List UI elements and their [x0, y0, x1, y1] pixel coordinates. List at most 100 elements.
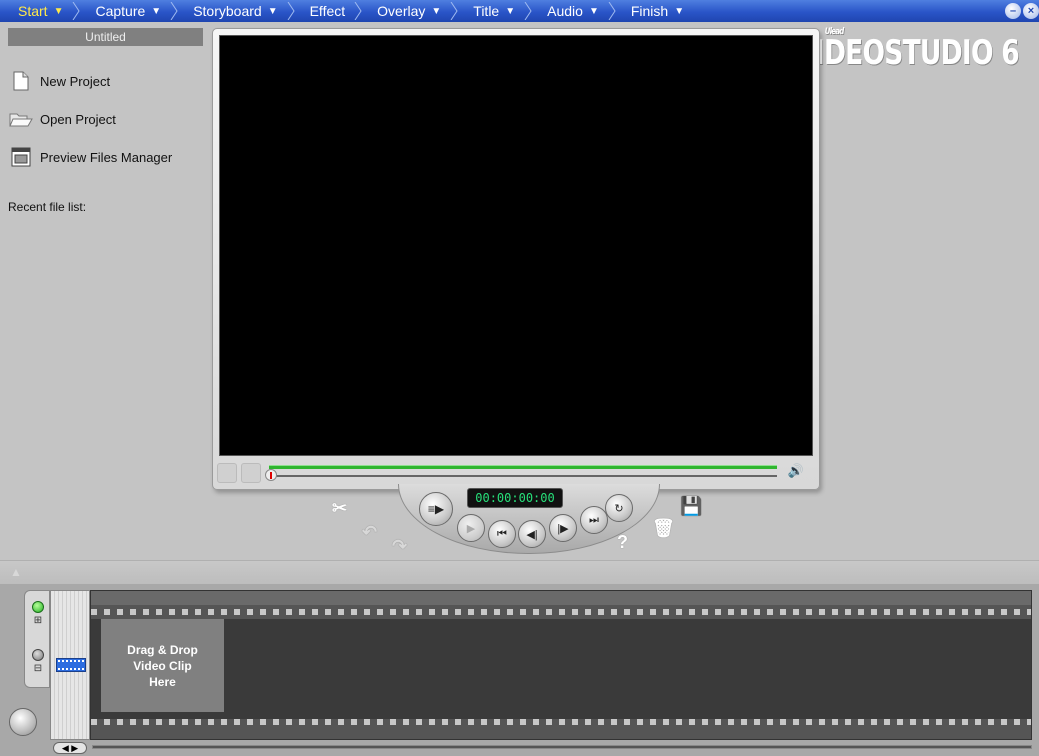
horizontal-scrollbar[interactable]: [92, 745, 1032, 749]
step-label: Effect: [309, 3, 346, 19]
scrub-track[interactable]: [265, 461, 777, 481]
step-menu-bar: Start ▼ Capture ▼ Storyboard ▼ Effect Overl…: [0, 0, 1039, 22]
scroll-arrows[interactable]: ◀ ▶: [53, 742, 87, 754]
filmstrip-body: [91, 619, 1031, 719]
step-storyboard[interactable]: Storyboard ▼: [179, 0, 295, 22]
step-title[interactable]: Title ▼: [459, 0, 533, 22]
step-separator-icon: [73, 2, 81, 20]
step-separator-icon: [287, 2, 295, 20]
open-folder-icon: [8, 107, 34, 131]
skip-start-icon: ⏮: [497, 527, 507, 540]
chevron-down-icon: ▼: [431, 5, 442, 17]
play-button[interactable]: ▶: [457, 514, 485, 542]
next-frame-button[interactable]: |▶: [549, 514, 577, 542]
disc-button[interactable]: [9, 708, 37, 736]
active-led-icon: [32, 601, 44, 613]
step-label: Storyboard: [193, 3, 262, 19]
home-button[interactable]: ⏮: [488, 520, 516, 548]
preview-screen: [219, 35, 813, 456]
step-label: Capture: [95, 3, 146, 19]
storyboard-view-tab[interactable]: ⊞: [29, 601, 47, 626]
preview-files-manager-button[interactable]: Preview Files Manager: [8, 144, 203, 170]
arrow-right-icon[interactable]: ▶: [71, 743, 78, 753]
step-separator-icon: [354, 2, 362, 20]
mark-out-button[interactable]: [241, 463, 261, 483]
split-clip-icon[interactable]: ✂: [332, 498, 347, 519]
video-track-icon: [56, 658, 86, 672]
timecode-display[interactable]: 00:00:00:00: [467, 488, 563, 508]
film-manager-icon: [8, 145, 34, 169]
scrub-bar: 🔊: [217, 461, 815, 485]
step-finish[interactable]: Finish ▼: [617, 0, 702, 22]
volume-button[interactable]: 🔊: [779, 463, 813, 483]
open-project-button[interactable]: Open Project: [8, 106, 203, 132]
timeline-view-tab[interactable]: ⊟: [29, 649, 47, 674]
previous-frame-button[interactable]: ◀|: [518, 520, 546, 548]
new-project-button[interactable]: New Project: [8, 68, 203, 94]
new-document-icon: [8, 69, 34, 93]
chevron-down-icon: ▼: [588, 5, 599, 17]
speaker-icon: 🔊: [787, 463, 805, 478]
progress-fill: [269, 465, 777, 469]
play-icon: ▶: [466, 522, 476, 535]
new-project-label: New Project: [40, 73, 111, 89]
recent-file-list-label: Recent file list:: [8, 200, 87, 214]
chevron-down-icon: ▼: [53, 5, 64, 17]
open-project-label: Open Project: [40, 111, 116, 127]
chevron-down-icon: ▼: [267, 5, 278, 17]
view-mode-tabs: ⊞ ⊟: [24, 590, 50, 688]
videostudio-logo: Ulead VIDEOSTUDIO 6: [795, 27, 1020, 73]
step-separator-icon: [608, 2, 616, 20]
inactive-led-icon: [32, 649, 44, 661]
step-label: Title: [473, 3, 500, 19]
repeat-button[interactable]: ↻: [605, 494, 633, 522]
arrow-up-icon[interactable]: ▲: [10, 565, 22, 579]
step-label: Audio: [547, 3, 583, 19]
repeat-icon: ↻: [614, 502, 624, 515]
save-icon[interactable]: 💾: [680, 496, 702, 517]
play-mode-button[interactable]: ≡▶: [419, 492, 453, 526]
step-effect[interactable]: Effect: [296, 0, 364, 22]
step-separator-icon: [450, 2, 458, 20]
undo-icon[interactable]: ↶: [362, 522, 377, 543]
close-button[interactable]: ×: [1023, 3, 1039, 19]
minimize-button[interactable]: –: [1005, 3, 1021, 19]
step-label: Overlay: [377, 3, 426, 19]
help-icon[interactable]: ?: [617, 532, 628, 553]
step-label: Finish: [630, 3, 669, 19]
play-mode-icon: ≡▶: [427, 502, 445, 516]
step-overlay[interactable]: Overlay ▼: [363, 0, 459, 22]
drop-hint-text: Drag & Drop Video Clip Here: [127, 642, 198, 689]
window-controls: – ×: [1005, 3, 1039, 19]
step-capture[interactable]: Capture ▼: [81, 0, 179, 22]
previous-frame-icon: ◀|: [526, 528, 538, 541]
preview-files-manager-label: Preview Files Manager: [40, 149, 173, 165]
panel-separator: ▲: [0, 560, 1039, 584]
arrow-left-icon[interactable]: ◀: [62, 743, 69, 753]
trash-icon[interactable]: 🗑: [652, 518, 675, 539]
chevron-down-icon: ▼: [151, 5, 162, 17]
step-separator-icon: [524, 2, 532, 20]
filmstrip-perforation: [91, 719, 1031, 725]
timeline-mode-icon: ⊟: [33, 663, 43, 674]
storyboard-mode-icon: ⊞: [33, 615, 43, 626]
storyboard-filmstrip: Drag & Drop Video Clip Here: [90, 590, 1032, 740]
redo-icon[interactable]: ↷: [392, 536, 407, 557]
chevron-down-icon: ▼: [505, 5, 516, 17]
mark-in-button[interactable]: [217, 463, 237, 483]
task-panel: Untitled New Project Open Project Previe…: [8, 28, 203, 214]
scrub-line: [269, 475, 777, 477]
ulead-brand: Ulead: [824, 27, 845, 37]
project-title: Untitled: [8, 28, 203, 46]
next-frame-icon: |▶: [557, 522, 569, 535]
end-button[interactable]: ⏭: [580, 506, 608, 534]
step-separator-icon: [170, 2, 178, 20]
filmstrip-perforation: [91, 609, 1031, 615]
chevron-down-icon: ▼: [674, 5, 685, 17]
scrub-handle[interactable]: [265, 469, 277, 481]
step-start[interactable]: Start ▼: [0, 0, 81, 22]
skip-end-icon: ⏭: [589, 513, 599, 526]
logo-text: VIDEOSTUDIO 6: [795, 33, 1020, 73]
drop-video-clip-slot[interactable]: Drag & Drop Video Clip Here: [101, 619, 224, 712]
step-audio[interactable]: Audio ▼: [533, 0, 617, 22]
